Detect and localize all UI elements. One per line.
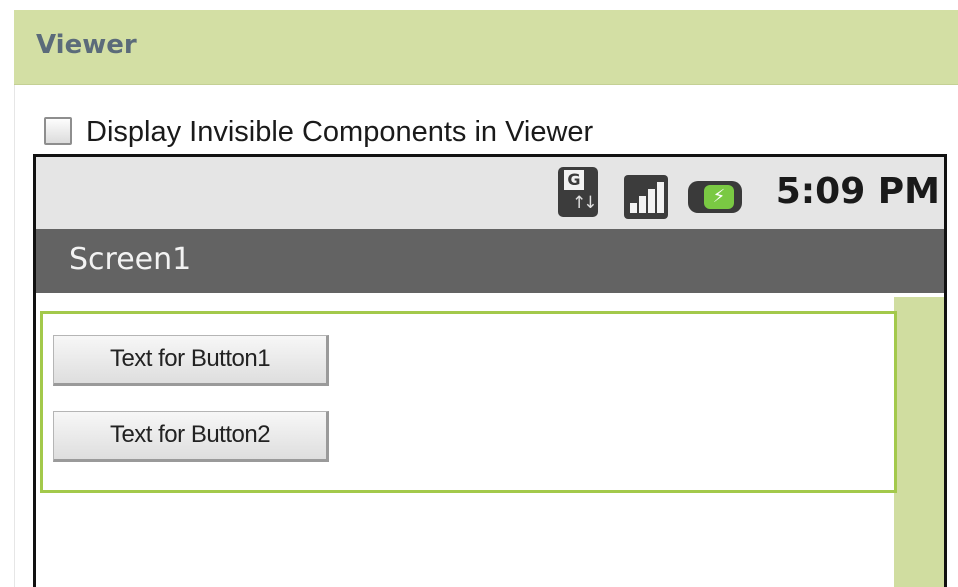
signal-bar <box>657 182 664 213</box>
gprs-data-icon: G ↑↓ <box>558 167 598 217</box>
display-invisible-label[interactable]: Display Invisible Components in Viewer <box>86 116 593 149</box>
top-strip <box>0 0 958 10</box>
signal-strength-icon <box>624 175 668 219</box>
signal-bar <box>630 203 637 213</box>
screen-title-bar: Screen1 <box>36 229 944 293</box>
scrollbar-track[interactable] <box>894 297 944 587</box>
screen-title: Screen1 <box>69 242 192 277</box>
viewer-title: Viewer <box>36 30 137 60</box>
viewer-header: Viewer <box>14 10 958 85</box>
battery-cell: ⚡ <box>704 185 734 209</box>
status-time: 5:09 PM <box>775 171 940 212</box>
phone-preview: G ↑↓ ⚡ 5:09 PM Screen1 Text for Button1 … <box>33 154 947 587</box>
gprs-letter: G <box>564 170 584 190</box>
status-bar: G ↑↓ ⚡ 5:09 PM <box>36 157 944 229</box>
battery-charging-icon: ⚡ <box>688 181 742 213</box>
button2[interactable]: Text for Button2 <box>53 411 329 462</box>
display-invisible-checkbox[interactable] <box>44 117 72 145</box>
signal-bar <box>648 189 655 213</box>
signal-bar <box>639 196 646 213</box>
button1[interactable]: Text for Button1 <box>53 335 329 386</box>
data-arrows: ↑↓ <box>572 193 597 213</box>
vertical-arrangement[interactable]: Text for Button1 Text for Button2 <box>40 311 897 493</box>
